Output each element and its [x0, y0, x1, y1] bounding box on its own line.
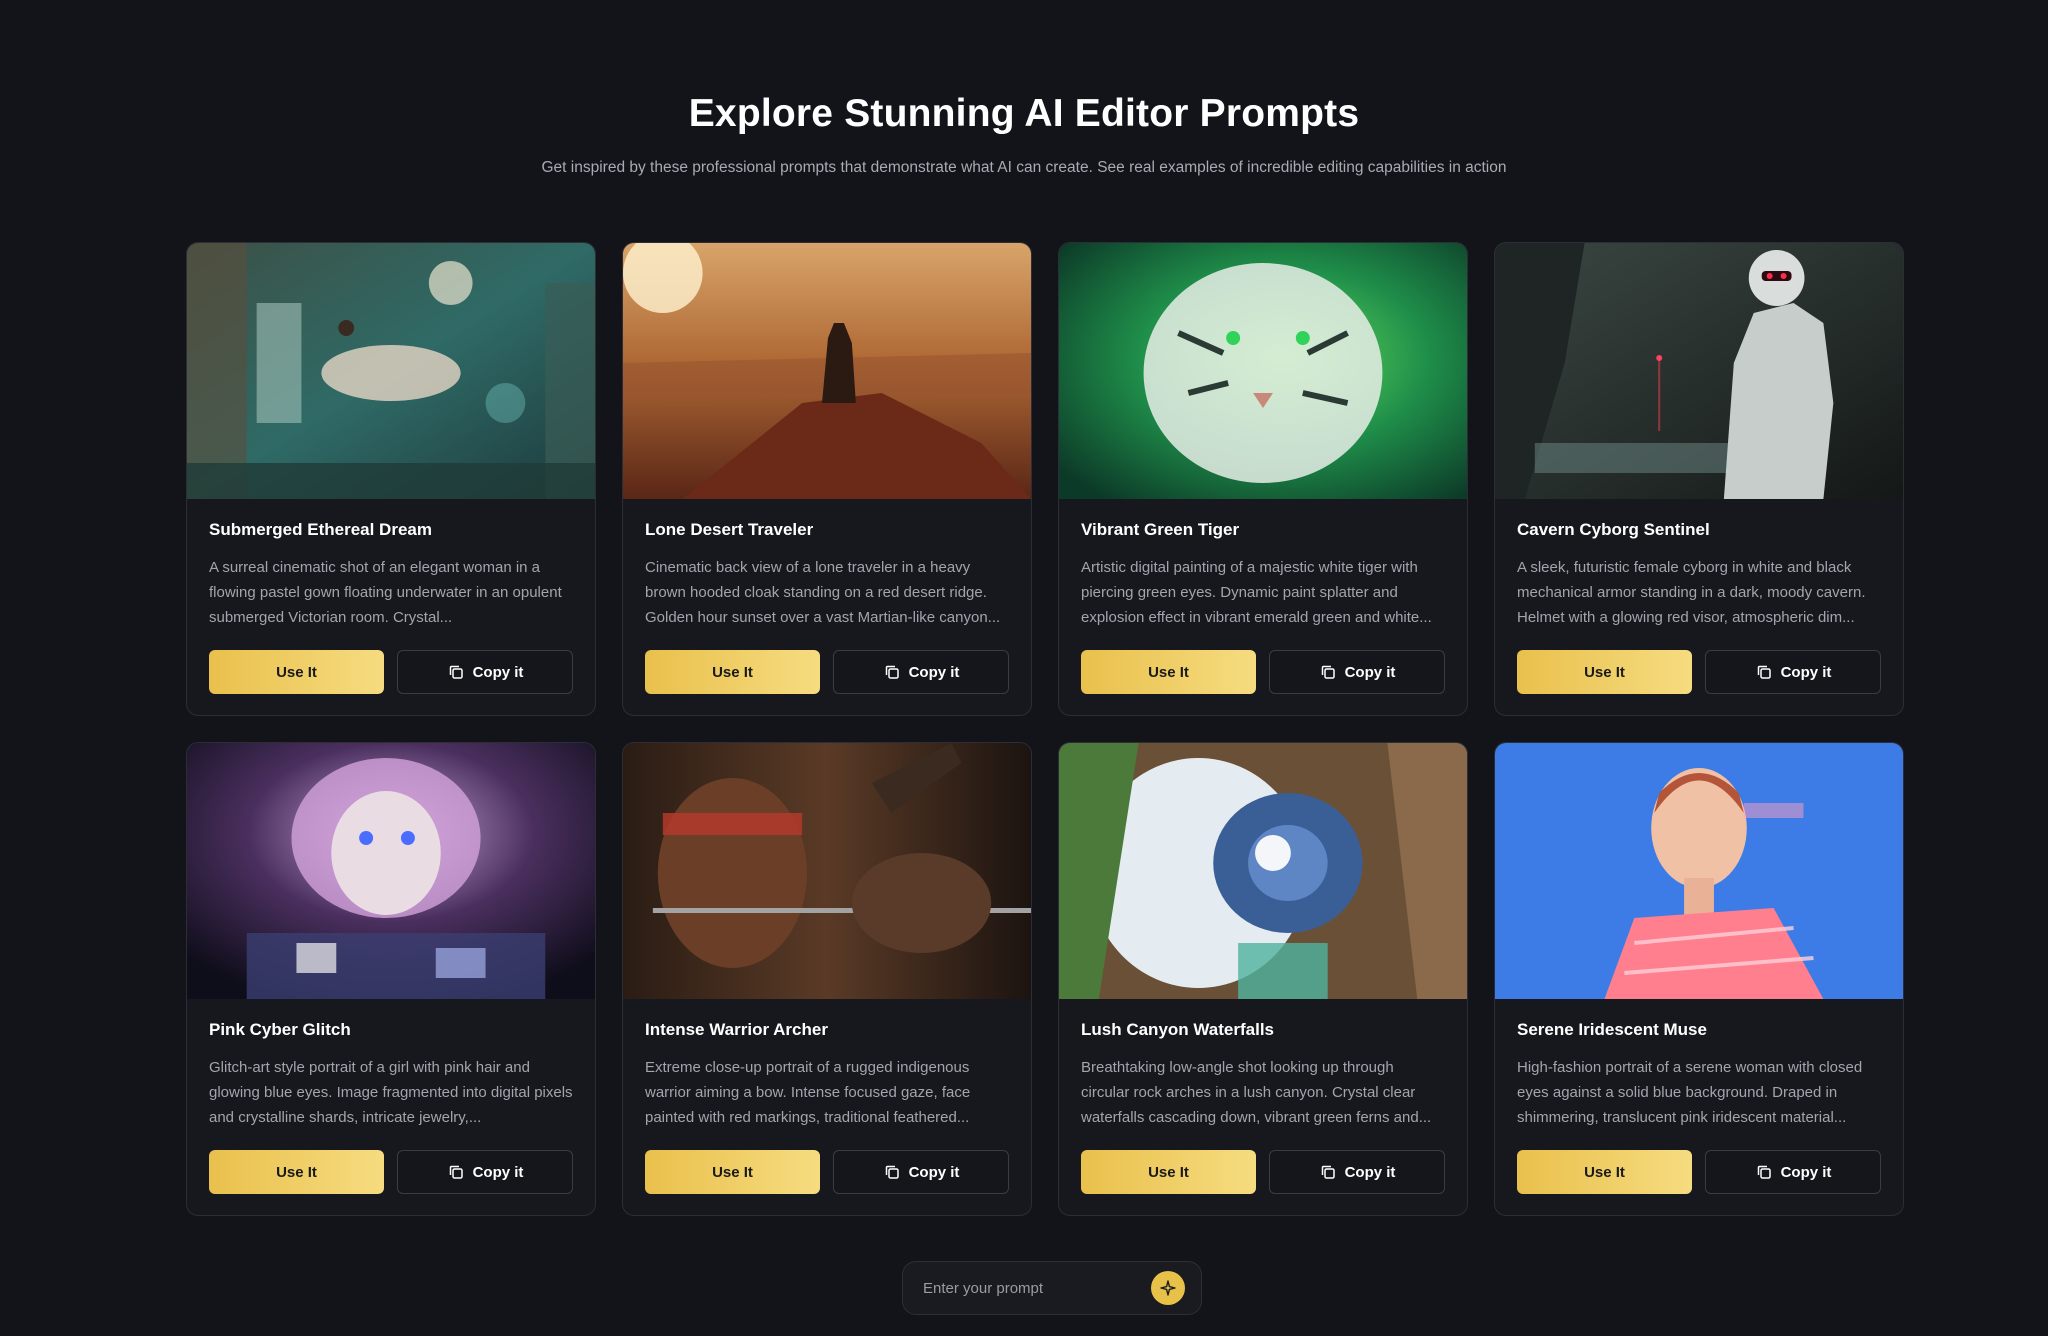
card-image-warrior-archer[interactable] [623, 743, 1031, 999]
card-description: High-fashion portrait of a serene woman … [1517, 1059, 1863, 1126]
use-it-button[interactable]: Use It [1517, 650, 1692, 694]
prompt-card: Lone Desert Traveler Cinematic back view… [622, 242, 1032, 716]
use-it-button[interactable]: Use It [1081, 650, 1256, 694]
card-title: Cavern Cyborg Sentinel [1517, 520, 1710, 539]
card-title: Submerged Ethereal Dream [209, 520, 432, 539]
use-it-button[interactable]: Use It [645, 650, 820, 694]
card-description: Breathtaking low-angle shot looking up t… [1081, 1059, 1432, 1126]
copy-icon [1321, 1165, 1335, 1179]
card-description: A sleek, futuristic female cyborg in whi… [1517, 559, 1866, 626]
card-description: Artistic digital painting of a majestic … [1081, 559, 1432, 626]
prompt-card: Lush Canyon Waterfalls Breathtaking low-… [1058, 742, 1468, 1216]
generate-button[interactable] [1151, 1271, 1185, 1305]
card-description: Glitch-art style portrait of a girl with… [209, 1059, 573, 1126]
card-image-cyborg-cavern[interactable] [1495, 243, 1903, 499]
copy-it-button[interactable]: Copy it [397, 650, 573, 694]
sparkle-icon [1160, 1280, 1176, 1296]
prompt-input[interactable] [921, 1278, 1151, 1298]
use-it-button[interactable]: Use It [645, 1150, 820, 1194]
copy-it-button[interactable]: Copy it [1705, 650, 1881, 694]
card-title: Lone Desert Traveler [645, 520, 814, 539]
use-it-button[interactable]: Use It [1517, 1150, 1692, 1194]
card-image-canyon-waterfalls[interactable] [1059, 743, 1467, 999]
prompt-card: Submerged Ethereal Dream A surreal cinem… [186, 242, 596, 716]
copy-it-button[interactable]: Copy it [1705, 1150, 1881, 1194]
use-it-button[interactable]: Use It [1081, 1150, 1256, 1194]
card-description: A surreal cinematic shot of an elegant w… [209, 559, 562, 626]
copy-it-button[interactable]: Copy it [833, 1150, 1009, 1194]
copy-label: Copy it [1344, 663, 1396, 681]
prompt-card: Pink Cyber Glitch Glitch-art style portr… [186, 742, 596, 1216]
use-it-button[interactable]: Use It [209, 1150, 384, 1194]
copy-icon [449, 665, 463, 679]
copy-label: Copy it [908, 1163, 960, 1181]
card-image-desert-traveler[interactable] [623, 243, 1031, 499]
card-image-green-tiger[interactable] [1059, 243, 1467, 499]
copy-it-button[interactable]: Copy it [397, 1150, 573, 1194]
page-title: Explore Stunning AI Editor Prompts [688, 92, 1360, 135]
copy-label: Copy it [908, 663, 960, 681]
prompt-card: Intense Warrior Archer Extreme close-up … [622, 742, 1032, 1216]
copy-icon [885, 665, 899, 679]
card-title: Vibrant Green Tiger [1081, 520, 1240, 539]
prompt-card: Vibrant Green Tiger Artistic digital pai… [1058, 242, 1468, 716]
copy-icon [449, 1165, 463, 1179]
copy-icon [1321, 665, 1335, 679]
copy-label: Copy it [1780, 1163, 1832, 1181]
card-title: Intense Warrior Archer [645, 1020, 828, 1039]
prompt-card: Cavern Cyborg Sentinel A sleek, futurist… [1494, 242, 1904, 716]
copy-label: Copy it [1780, 663, 1832, 681]
copy-it-button[interactable]: Copy it [1269, 650, 1445, 694]
prompt-card: Serene Iridescent Muse High-fashion port… [1494, 742, 1904, 1216]
copy-label: Copy it [1344, 1163, 1396, 1181]
card-description: Extreme close-up portrait of a rugged in… [645, 1059, 971, 1126]
prompt-bar [902, 1261, 1202, 1315]
card-title: Serene Iridescent Muse [1517, 1020, 1707, 1039]
prompt-card-grid: Submerged Ethereal Dream A surreal cinem… [186, 242, 1904, 1216]
page-header: Explore Stunning AI Editor Prompts Get i… [0, 88, 2048, 178]
card-image-cyber-glitch[interactable] [187, 743, 595, 999]
copy-icon [885, 1165, 899, 1179]
card-title: Pink Cyber Glitch [209, 1020, 351, 1039]
card-image-iridescent-muse[interactable] [1495, 743, 1903, 999]
page-subtitle: Get inspired by these professional promp… [541, 159, 1507, 176]
copy-it-button[interactable]: Copy it [833, 650, 1009, 694]
copy-icon [1757, 1165, 1771, 1179]
copy-label: Copy it [472, 663, 524, 681]
copy-icon [1757, 665, 1771, 679]
copy-label: Copy it [472, 1163, 524, 1181]
use-it-button[interactable]: Use It [209, 650, 384, 694]
copy-it-button[interactable]: Copy it [1269, 1150, 1445, 1194]
card-title: Lush Canyon Waterfalls [1081, 1020, 1275, 1039]
card-description: Cinematic back view of a lone traveler i… [645, 559, 1001, 626]
card-image-underwater-room[interactable] [187, 243, 595, 499]
